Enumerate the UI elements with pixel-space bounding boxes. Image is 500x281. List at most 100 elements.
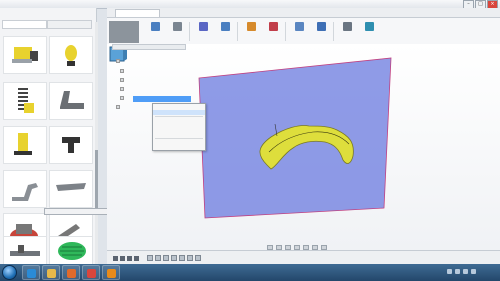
library-scrollbar[interactable]: [95, 22, 98, 272]
tool-select[interactable]: [359, 21, 379, 43]
timeline-feature[interactable]: [195, 255, 201, 261]
library-header: [2, 9, 94, 15]
tool-assemble[interactable]: [215, 21, 235, 43]
tool-addins[interactable]: [337, 21, 357, 43]
browser-header: [112, 44, 186, 50]
tool-inspect[interactable]: [263, 21, 283, 43]
grid-icon[interactable]: [312, 245, 318, 250]
timeline-features: [147, 255, 201, 261]
timeline-feature[interactable]: [163, 255, 169, 261]
tool-sketch[interactable]: [145, 21, 165, 43]
timeline-feature[interactable]: [179, 255, 185, 261]
step-back-icon[interactable]: [120, 256, 125, 261]
folder-icon: [120, 87, 124, 91]
viewports-icon[interactable]: [321, 245, 327, 250]
tool-construct[interactable]: [241, 21, 261, 43]
folder-icon: [120, 69, 124, 73]
volume-icon[interactable]: [471, 269, 476, 274]
library-tile[interactable]: [3, 170, 47, 208]
yellow-bracket-icon: [14, 133, 32, 155]
workspace-dropdown[interactable]: [109, 21, 139, 43]
tool-make[interactable]: [311, 21, 331, 43]
library-tile[interactable]: [3, 82, 47, 120]
step-forward-icon[interactable]: [134, 256, 139, 261]
viewport-nav-bar: [267, 245, 327, 250]
go-to-start-icon[interactable]: [113, 256, 118, 261]
zoom-icon[interactable]: [285, 245, 291, 250]
assemble-icon: [220, 22, 230, 31]
library-tile[interactable]: [49, 170, 93, 208]
tool-insert[interactable]: [289, 21, 309, 43]
library-tile[interactable]: [3, 126, 47, 164]
browser-row[interactable]: [116, 58, 122, 64]
taskbar-app-ie[interactable]: [22, 265, 40, 280]
yellow-cube-part-icon: [12, 47, 38, 63]
browser-row[interactable]: [120, 95, 126, 101]
chrome-icon: [87, 269, 96, 278]
tool-modify[interactable]: [193, 21, 213, 43]
green-gripper-icon: [58, 242, 86, 260]
context-menu-item-highlighted[interactable]: [153, 110, 205, 115]
orbit-icon[interactable]: [267, 245, 273, 250]
start-button[interactable]: [2, 265, 17, 280]
inspect-icon: [268, 22, 278, 31]
timeline-feature[interactable]: [147, 255, 153, 261]
library-tile[interactable]: [49, 82, 93, 120]
tool-create[interactable]: [167, 21, 187, 43]
timeline-feature[interactable]: [187, 255, 193, 261]
toolbar-separator: [237, 22, 238, 41]
app-header: [107, 8, 500, 18]
spring-coil-icon: [18, 88, 34, 113]
browser-row[interactable]: [120, 68, 126, 74]
library-tile[interactable]: [49, 126, 93, 164]
modify-icon: [198, 22, 208, 31]
library-tab-2[interactable]: [47, 20, 92, 29]
taskbar-app-fusion[interactable]: [102, 265, 120, 280]
library-tile[interactable]: [3, 36, 47, 74]
yellow-spring-gear-icon: [65, 45, 77, 66]
pan-icon[interactable]: [276, 245, 282, 250]
menu-separator: [155, 138, 203, 139]
gray-rail-icon: [10, 245, 40, 256]
document-tab[interactable]: [115, 9, 160, 17]
tray-icon[interactable]: [447, 269, 452, 274]
toolbar-separator: [333, 22, 334, 41]
library-tile[interactable]: [49, 36, 93, 74]
timeline-bar: [107, 245, 500, 265]
context-menu: [152, 103, 206, 151]
insert-icon: [294, 22, 304, 31]
parts-library-panel: [0, 8, 120, 272]
ie-icon: [27, 269, 36, 278]
network-icon[interactable]: [463, 269, 468, 274]
fusion-icon: [107, 269, 116, 278]
browser-row[interactable]: [116, 104, 122, 110]
timeline-feature[interactable]: [155, 255, 161, 261]
select-icon: [364, 22, 374, 31]
taskbar-app-explorer[interactable]: [42, 265, 60, 280]
browser-row[interactable]: [120, 77, 126, 83]
toolbar-separator: [285, 22, 286, 41]
folder-icon: [120, 78, 124, 82]
construct-icon: [246, 22, 256, 31]
play-icon[interactable]: [127, 256, 132, 261]
taskbar-app-chrome[interactable]: [82, 265, 100, 280]
create-icon: [172, 22, 182, 31]
library-tabs: [2, 20, 92, 29]
gray-hook-icon: [12, 183, 38, 201]
toolbar-separator: [189, 22, 190, 41]
display-settings-icon[interactable]: [303, 245, 309, 250]
tray-icon[interactable]: [455, 269, 460, 274]
fit-icon[interactable]: [294, 245, 300, 250]
browser-selected-row[interactable]: [133, 96, 191, 102]
menu-separator: [155, 116, 203, 117]
explorer-icon: [47, 269, 56, 278]
folder-icon: [116, 105, 120, 109]
library-tab-1[interactable]: [2, 20, 47, 29]
addins-icon: [342, 22, 352, 31]
make-icon: [316, 22, 326, 31]
taskbar-app-media[interactable]: [62, 265, 80, 280]
scrollbar-thumb[interactable]: [95, 150, 98, 210]
browser-row[interactable]: [120, 86, 126, 92]
bracket-arm-icon: [60, 91, 84, 109]
timeline-feature[interactable]: [171, 255, 177, 261]
